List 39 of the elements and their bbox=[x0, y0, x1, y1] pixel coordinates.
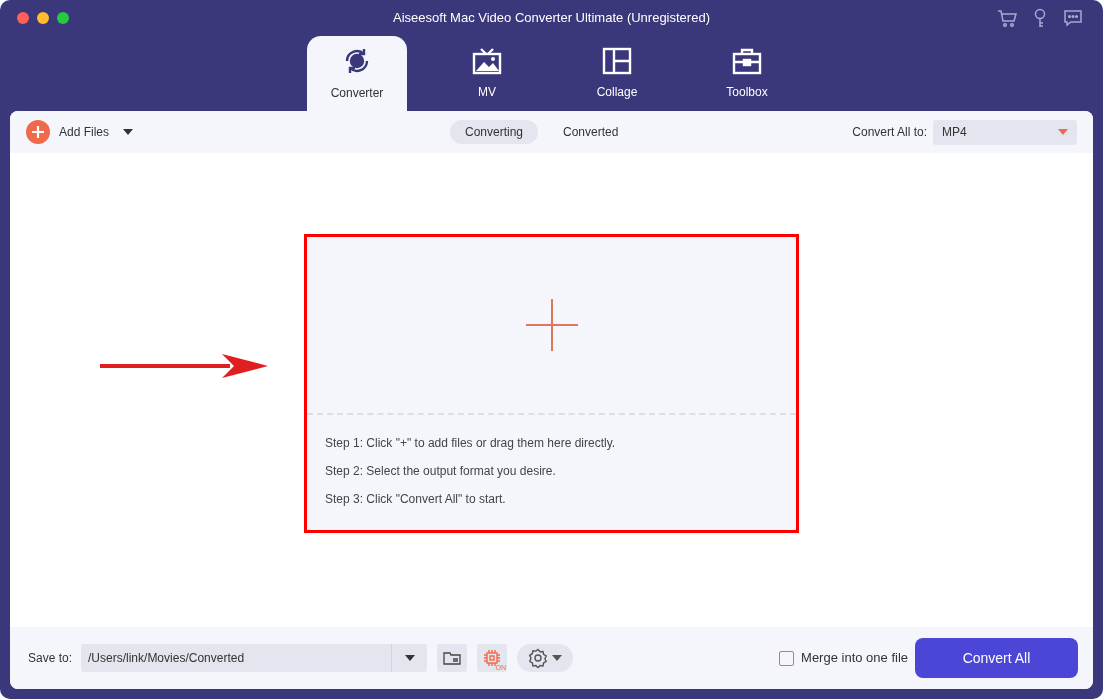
plus-icon bbox=[26, 120, 50, 144]
subtab[interactable]: Converted bbox=[548, 120, 634, 144]
toolbox-icon bbox=[732, 46, 762, 75]
window-control-button[interactable] bbox=[57, 12, 69, 24]
convert-all-button[interactable]: Convert All bbox=[915, 638, 1078, 678]
dropdown-caret-icon bbox=[552, 655, 563, 661]
window-control-button[interactable] bbox=[37, 12, 49, 24]
step-instruction: Step 1: Click "+" to add files or drag them here directly. bbox=[325, 434, 617, 451]
save-path-dropdown[interactable]: /Users/link/Movies/Converted bbox=[81, 644, 428, 672]
add-plus-icon[interactable] bbox=[525, 298, 578, 351]
tab[interactable]: Converter bbox=[307, 36, 407, 111]
cart-icon[interactable] bbox=[997, 9, 1017, 27]
window-title: Aiseesoft Mac Video Converter Ultimate (Unregistered) bbox=[393, 9, 710, 28]
step-instruction: Step 2: Select the output format you desire. bbox=[325, 462, 557, 479]
key-icon[interactable] bbox=[1033, 8, 1047, 28]
chat-icon[interactable] bbox=[1063, 9, 1083, 27]
settings-icon bbox=[528, 648, 549, 668]
folder-icon bbox=[443, 651, 462, 665]
subtab[interactable]: Converting bbox=[450, 120, 539, 144]
add-files-button[interactable]: Add Files bbox=[26, 120, 110, 144]
save-to-label: Save to: bbox=[28, 650, 73, 667]
drop-zone[interactable]: Step 1: Click "+" to add files or drag them here directly. Step 2: Select the output format you desire. Step 3: Click "Convert All" to start. bbox=[304, 233, 799, 533]
tab[interactable]: MV bbox=[437, 36, 537, 111]
open-folder-button[interactable] bbox=[437, 644, 468, 672]
tab[interactable]: Collage bbox=[567, 36, 667, 111]
step-instruction: Step 3: Click "Convert All" to start. bbox=[325, 490, 507, 507]
format-dropdown[interactable]: MP4 bbox=[933, 119, 1077, 145]
chip-icon bbox=[484, 650, 501, 666]
dropdown-caret-icon[interactable] bbox=[123, 129, 134, 135]
mv-icon bbox=[472, 46, 502, 75]
tab[interactable]: Toolbox bbox=[697, 36, 797, 111]
window-control-button[interactable] bbox=[17, 12, 29, 24]
convert-all-to-label: Convert All to: bbox=[852, 124, 927, 141]
merge-label: Merge into one file bbox=[801, 649, 908, 668]
dropdown-caret-icon bbox=[1058, 129, 1068, 135]
settings-button[interactable] bbox=[517, 644, 574, 672]
merge-checkbox[interactable] bbox=[779, 650, 795, 666]
dropdown-caret-icon bbox=[404, 655, 415, 661]
collage-icon bbox=[602, 46, 632, 75]
